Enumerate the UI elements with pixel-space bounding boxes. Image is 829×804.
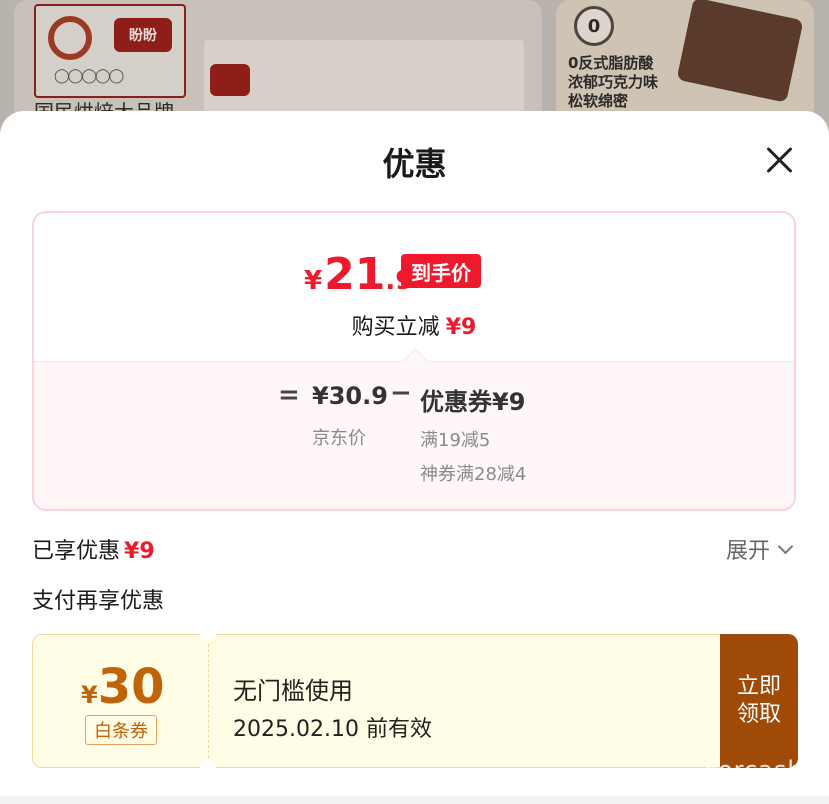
currency-symbol: ¥	[304, 266, 323, 296]
original-price-label: 京东价	[312, 428, 366, 449]
claim-button-line: 立即	[736, 674, 781, 699]
coupon-total: 优惠券¥9	[420, 388, 526, 416]
minus-sign: −	[390, 378, 412, 408]
equals-sign: =	[278, 380, 300, 410]
feature-line: 浓郁巧克力味	[568, 73, 659, 91]
discount-sheet: 优惠 ¥ 21 .9 到手价 购买立减 ¥9 = ¥30.9 京东价 − 优惠券¥…	[0, 111, 829, 804]
instant-discount: 购买立减 ¥9	[34, 309, 794, 341]
coupon-amount: ¥ 30	[81, 659, 165, 715]
final-price: ¥ 21 .9	[304, 249, 413, 300]
olympic-rings-icon: ◯◯◯◯◯	[54, 68, 124, 84]
watermark: Forcash	[704, 756, 804, 784]
enjoyed-label: 已享优惠	[32, 539, 121, 564]
coupon-title: 无门槛使用	[233, 677, 353, 705]
coupon-rule: 满19减5	[420, 430, 491, 451]
feature-line: 0反式脂肪酸	[568, 54, 654, 72]
coupon-value: 30	[97, 659, 165, 715]
product-features: 0反式脂肪酸 浓郁巧克力味 松软绵密	[568, 54, 658, 111]
price-breakdown-card: ¥ 21 .9 到手价 购买立减 ¥9 = ¥30.9 京东价 − 优惠券¥9 满…	[32, 211, 796, 511]
bottom-strip	[0, 796, 829, 804]
coupon-value-section: ¥ 30 白条券	[32, 634, 208, 768]
claim-coupon-button[interactable]: 立即 领取	[720, 634, 798, 768]
cake-image	[676, 0, 804, 103]
original-price: ¥30.9	[312, 382, 388, 410]
expand-button[interactable]: 展开	[726, 533, 794, 565]
brand-logo-text: 盼盼	[114, 18, 172, 52]
final-price-badge: 到手价	[401, 254, 481, 288]
close-icon[interactable]	[764, 145, 794, 175]
coupon-currency: ¥	[81, 681, 98, 709]
product-box-tag	[210, 64, 250, 96]
coupon-type-tag: 白条券	[85, 715, 157, 745]
feature-line: 松软绵密	[568, 92, 629, 110]
expand-label: 展开	[726, 539, 771, 564]
chevron-down-icon	[777, 538, 794, 554]
coupon-info-section: 无门槛使用 2025.02.10 前有效	[208, 634, 720, 768]
brand-logo: 盼盼 ◯◯◯◯◯	[34, 4, 186, 98]
sheet-title: 优惠	[382, 145, 447, 183]
coupon-validity: 2025.02.10 前有效	[233, 717, 432, 742]
enjoyed-amount: ¥9	[124, 539, 155, 564]
ticket-notch-bottom	[200, 760, 216, 776]
instant-discount-label: 购买立减	[351, 315, 440, 340]
pay-more-heading: 支付再享优惠	[32, 589, 165, 614]
enjoyed-discount: 已享优惠 ¥9	[32, 533, 155, 565]
instant-discount-amount: ¥9	[445, 315, 477, 340]
price-calculation: = ¥30.9 京东价 − 优惠券¥9 满19减5 神券满28减4	[34, 348, 794, 509]
coupon-ticket: ¥ 30 白条券 无门槛使用 2025.02.10 前有效 立即 领取	[32, 626, 798, 776]
pointer-notch	[402, 348, 429, 375]
price-integer: 21	[324, 249, 386, 300]
claim-button-line: 领取	[736, 702, 781, 727]
logo-emblem	[48, 16, 92, 60]
claim-button-label: 立即 领取	[737, 673, 781, 729]
coupon-rule: 神券满28减4	[420, 464, 527, 485]
zero-badge: 0	[574, 6, 614, 46]
ticket-notch-top	[200, 626, 216, 642]
